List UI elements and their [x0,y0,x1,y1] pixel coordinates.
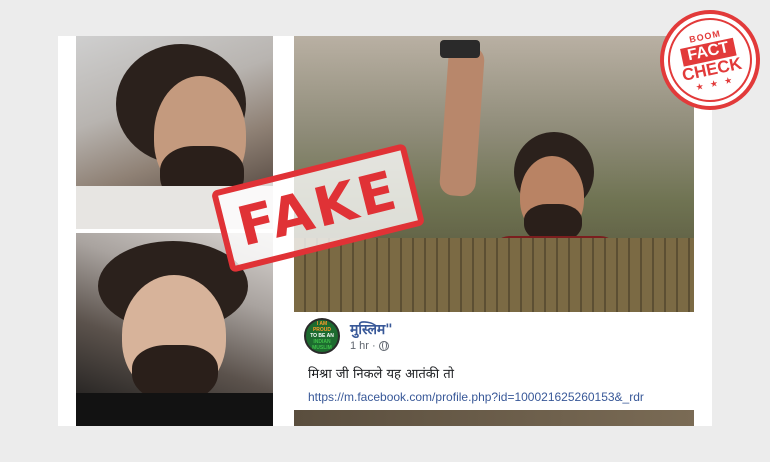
post-meta: 1 hr · [350,340,389,352]
avatar-line: MUSLIM [312,345,332,351]
facebook-post: I AM PROUD TO BE AN INDIAN MUSLIM मुस्लि… [294,312,694,410]
photo-strip [294,410,694,426]
profile-name[interactable]: मुस्लिम" [350,320,393,339]
post-time[interactable]: 1 hr · [350,340,376,352]
profile-avatar[interactable]: I AM PROUD TO BE AN INDIAN MUSLIM [304,318,340,354]
globe-icon [378,341,389,351]
badge-inner-ring: BOOM FACT CHECK ★ ★ ★ [660,10,760,110]
fact-check-image: I AM PROUD TO BE AN INDIAN MUSLIM मुस्लि… [0,0,770,462]
post-text: मिश्रा जी निकले यह आतंकी तो [308,367,455,382]
post-link[interactable]: https://m.facebook.com/profile.php?id=10… [308,390,644,404]
fence-graphic [294,238,694,312]
